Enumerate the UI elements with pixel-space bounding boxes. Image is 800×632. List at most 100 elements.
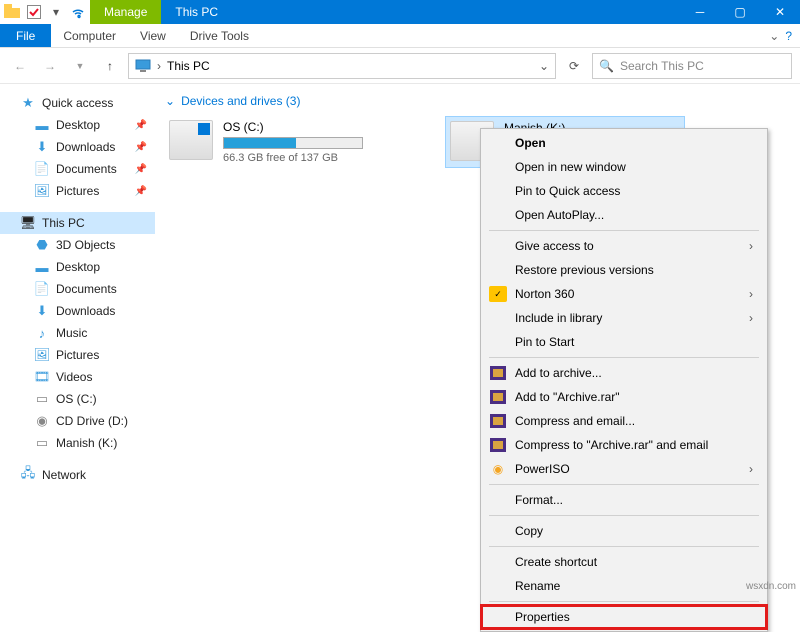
- sidebar-item-desktop2[interactable]: ▬Desktop: [0, 256, 155, 278]
- ctx-pin-start[interactable]: Pin to Start: [481, 330, 767, 354]
- help-icon[interactable]: ?: [785, 29, 792, 43]
- winrar-icon: [489, 365, 507, 381]
- address-bar[interactable]: › This PC ⌄: [128, 53, 556, 79]
- sidebar-item-documents[interactable]: 📄Documents📌: [0, 158, 155, 180]
- thispc-icon: [135, 59, 151, 73]
- chevron-right-icon: ›: [749, 311, 753, 325]
- ctx-poweriso[interactable]: ◉PowerISO›: [481, 457, 767, 481]
- titlebar: ▾ Manage This PC ─ ▢ ✕: [0, 0, 800, 24]
- ribbon: File Computer View Drive Tools ⌄ ?: [0, 24, 800, 48]
- recent-dropdown[interactable]: ▼: [68, 54, 92, 78]
- sidebar-item-cd-d[interactable]: ◉CD Drive (D:): [0, 410, 155, 432]
- drive-icon: ▭: [34, 391, 50, 407]
- videos-icon: 🎞: [34, 369, 50, 385]
- group-devices-drives[interactable]: ⌄Devices and drives (3): [165, 90, 790, 112]
- capacity-bar: [223, 137, 363, 149]
- drive-os-c[interactable]: OS (C:) 66.3 GB free of 137 GB: [165, 116, 405, 168]
- address-dropdown-icon[interactable]: ⌄: [539, 59, 549, 73]
- winrar-icon: [489, 413, 507, 429]
- drive-free-text: 66.3 GB free of 137 GB: [223, 152, 401, 164]
- window-title: This PC: [161, 0, 434, 24]
- up-button[interactable]: ↑: [98, 54, 122, 78]
- close-button[interactable]: ✕: [760, 0, 800, 24]
- sidebar-item-desktop[interactable]: ▬Desktop📌: [0, 114, 155, 136]
- sidebar-item-3dobjects[interactable]: ⬣3D Objects: [0, 234, 155, 256]
- sidebar-item-os-c[interactable]: ▭OS (C:): [0, 388, 155, 410]
- search-box[interactable]: 🔍 Search This PC: [592, 53, 792, 79]
- watermark: wsxdn.com: [746, 581, 796, 592]
- checkbox-icon[interactable]: [26, 4, 42, 20]
- downloads-icon: ⬇: [34, 139, 50, 155]
- explorer-icon: [4, 4, 20, 20]
- star-icon: ★: [20, 95, 36, 111]
- dropdown-icon[interactable]: ▾: [48, 4, 64, 20]
- poweriso-icon: ◉: [489, 461, 507, 477]
- ctx-properties[interactable]: Properties: [481, 605, 767, 629]
- ctx-give-access[interactable]: Give access to›: [481, 234, 767, 258]
- sidebar-item-videos[interactable]: 🎞Videos: [0, 366, 155, 388]
- contextual-tab-manage[interactable]: Manage: [90, 0, 161, 24]
- sidebar-this-pc[interactable]: 🖥This PC: [0, 212, 155, 234]
- window-controls: ─ ▢ ✕: [680, 0, 800, 24]
- ribbon-tab-computer[interactable]: Computer: [51, 24, 128, 47]
- winrar-icon: [489, 389, 507, 405]
- pictures-icon: 🖼: [34, 183, 50, 199]
- ctx-pin-quick[interactable]: Pin to Quick access: [481, 179, 767, 203]
- pin-icon: 📌: [135, 142, 147, 153]
- ribbon-tab-drivetools[interactable]: Drive Tools: [178, 24, 261, 47]
- back-button[interactable]: ←: [8, 54, 32, 78]
- documents-icon: 📄: [34, 161, 50, 177]
- thispc-icon: 🖥: [20, 215, 36, 231]
- maximize-button[interactable]: ▢: [720, 0, 760, 24]
- ctx-compress-rar-email[interactable]: Compress to "Archive.rar" and email: [481, 433, 767, 457]
- ctx-rename[interactable]: Rename: [481, 574, 767, 598]
- music-icon: ♪: [34, 325, 50, 341]
- ctx-open[interactable]: Open: [481, 131, 767, 155]
- ctx-format[interactable]: Format...: [481, 488, 767, 512]
- ctx-autoplay[interactable]: Open AutoPlay...: [481, 203, 767, 227]
- sidebar-item-music[interactable]: ♪Music: [0, 322, 155, 344]
- search-placeholder: Search This PC: [620, 59, 704, 73]
- sidebar-item-pictures2[interactable]: 🖼Pictures: [0, 344, 155, 366]
- file-menu[interactable]: File: [0, 24, 51, 47]
- context-menu: Open Open in new window Pin to Quick acc…: [480, 128, 768, 632]
- desktop-icon: ▬: [34, 117, 50, 133]
- ctx-copy[interactable]: Copy: [481, 519, 767, 543]
- pin-icon: 📌: [135, 120, 147, 131]
- disc-icon: ◉: [34, 413, 50, 429]
- sidebar-item-downloads2[interactable]: ⬇Downloads: [0, 300, 155, 322]
- minimize-button[interactable]: ─: [680, 0, 720, 24]
- pictures-icon: 🖼: [34, 347, 50, 363]
- sidebar-item-manish-k[interactable]: ▭Manish (K:): [0, 432, 155, 454]
- desktop-icon: ▬: [34, 259, 50, 275]
- ctx-norton[interactable]: ✓Norton 360›: [481, 282, 767, 306]
- network-icon: 🖧: [20, 467, 36, 483]
- sidebar-quick-access[interactable]: ★Quick access: [0, 92, 155, 114]
- ctx-add-archive[interactable]: Add to archive...: [481, 361, 767, 385]
- quick-access-toolbar: ▾: [0, 0, 90, 24]
- forward-button: →: [38, 54, 62, 78]
- breadcrumb-location[interactable]: This PC: [167, 59, 210, 73]
- ribbon-tab-view[interactable]: View: [128, 24, 178, 47]
- ctx-include-library[interactable]: Include in library›: [481, 306, 767, 330]
- ribbon-expand-icon[interactable]: ⌄: [769, 29, 779, 43]
- navigation-pane: ★Quick access ▬Desktop📌 ⬇Downloads📌 📄Doc…: [0, 84, 155, 594]
- sidebar-item-downloads[interactable]: ⬇Downloads📌: [0, 136, 155, 158]
- downloads-icon: ⬇: [34, 303, 50, 319]
- winrar-icon: [489, 437, 507, 453]
- wifi-icon: [70, 4, 86, 20]
- refresh-button[interactable]: ⟳: [562, 59, 586, 73]
- drive-icon: ▭: [34, 435, 50, 451]
- sidebar-network[interactable]: 🖧Network: [0, 464, 155, 486]
- sidebar-item-pictures[interactable]: 🖼Pictures📌: [0, 180, 155, 202]
- documents-icon: 📄: [34, 281, 50, 297]
- ctx-restore[interactable]: Restore previous versions: [481, 258, 767, 282]
- chevron-right-icon: ›: [749, 239, 753, 253]
- ctx-open-new-window[interactable]: Open in new window: [481, 155, 767, 179]
- ctx-add-rar[interactable]: Add to "Archive.rar": [481, 385, 767, 409]
- ctx-create-shortcut[interactable]: Create shortcut: [481, 550, 767, 574]
- search-icon: 🔍: [599, 59, 614, 73]
- drive-icon: [169, 120, 213, 160]
- ctx-compress-email[interactable]: Compress and email...: [481, 409, 767, 433]
- sidebar-item-documents2[interactable]: 📄Documents: [0, 278, 155, 300]
